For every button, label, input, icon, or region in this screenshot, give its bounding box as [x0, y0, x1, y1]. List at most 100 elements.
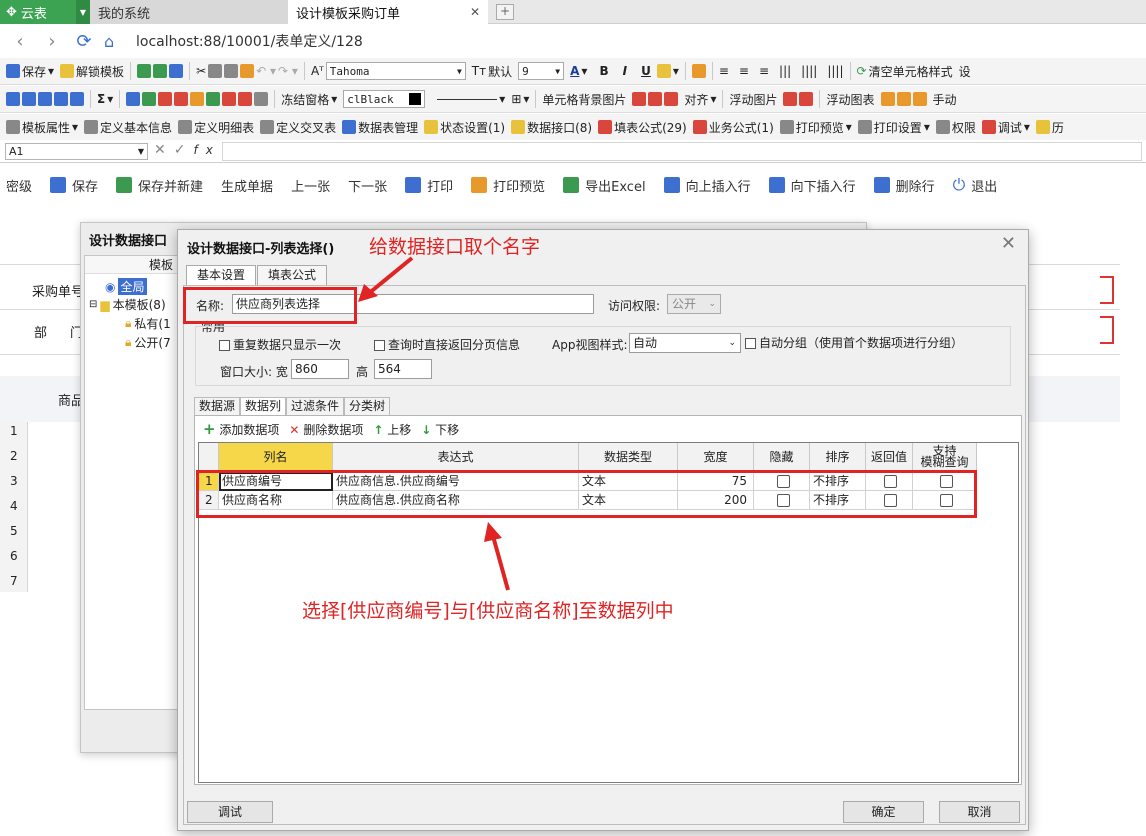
manual-tool[interactable]: 手动 — [933, 91, 957, 108]
brand-dropdown-icon[interactable]: ▼ — [76, 0, 90, 24]
image-tools[interactable] — [632, 92, 679, 106]
cell-bg-tool[interactable]: 单元格背景图片 — [542, 91, 626, 108]
home-icon[interactable]: ⌂ — [104, 32, 126, 51]
url-text[interactable]: localhost:88/10001/表单定义/128 — [136, 31, 363, 51]
float-image-tool[interactable]: 浮动图片 — [729, 91, 777, 108]
debug-button[interactable]: 调试 — [187, 801, 273, 823]
bold-button[interactable]: B — [599, 64, 608, 78]
add-item-button[interactable]: + 添加数据项 — [203, 420, 279, 438]
font-name-combo[interactable]: Tahoma ▼ — [325, 62, 466, 80]
print-settings-tool[interactable]: 打印设置 ▾ — [857, 119, 930, 136]
export-excel-button[interactable]: 导出Excel — [563, 176, 646, 195]
define-cross-tool[interactable]: 定义交叉表 — [260, 119, 336, 136]
insert-below-button[interactable]: 向下插入行 — [768, 176, 856, 195]
tab-my-system[interactable]: 我的系统 — [90, 0, 288, 24]
confirm-icon[interactable]: ✓ — [174, 142, 194, 158]
underline-button[interactable]: U — [641, 64, 651, 78]
height-input[interactable]: 564 — [374, 359, 432, 379]
collapse-icon[interactable]: ⊟ — [89, 299, 97, 310]
column-header-fuzzy[interactable]: 支持 模糊查询 — [913, 443, 977, 472]
access-select[interactable]: 公开 ⌄ — [667, 294, 721, 314]
unlock-template-tool[interactable]: 解锁模板 — [60, 63, 124, 80]
formula-input[interactable] — [222, 142, 1142, 161]
barcode3-icon[interactable]: |||| — [827, 64, 843, 78]
row-tools[interactable] — [126, 92, 269, 106]
data-table-tool[interactable]: 数据表管理 — [342, 119, 418, 136]
font-color-tool[interactable]: A ▾ — [570, 64, 587, 78]
close-icon[interactable]: ✕ — [1001, 233, 1016, 254]
paste-icon[interactable] — [224, 64, 239, 78]
subtab-columns[interactable]: 数据列 — [240, 397, 287, 416]
subtab-category-tree[interactable]: 分类树 — [344, 397, 391, 416]
cell-reference-box[interactable]: A1 ▼ — [5, 143, 148, 160]
repeat-option[interactable]: 重复数据只显示一次 — [219, 336, 341, 353]
edit-tools[interactable]: ✂ ↶ ▾ ↷ ▾ — [196, 64, 298, 78]
font-name-tool[interactable]: Aᵀ Tahoma ▼ — [311, 62, 466, 80]
float-image-icons[interactable] — [783, 92, 814, 106]
auto-group-option[interactable]: 自动分组（使用首个数据项进行分组） — [745, 334, 963, 351]
column-header-return[interactable]: 返回值 — [866, 443, 913, 472]
align-right-icon[interactable]: ≡ — [759, 64, 769, 78]
lock-cell-tool[interactable] — [691, 64, 706, 78]
sum-tool[interactable]: Σ ▾ — [97, 92, 113, 106]
barcode2-icon[interactable]: |||| — [801, 64, 817, 78]
fill-formula-tool[interactable]: 填表公式(29) — [598, 119, 687, 136]
print-button[interactable]: 打印 — [405, 176, 453, 195]
column-header-expr[interactable]: 表达式 — [333, 443, 579, 472]
move-up-button[interactable]: ↑ 上移 — [373, 421, 411, 438]
tree-item-template[interactable]: ⊟ ▆ 本模板(8) — [89, 296, 166, 313]
fill-color-tool[interactable]: ▾ — [656, 64, 679, 78]
repeat-checkbox[interactable] — [219, 340, 230, 351]
color-combo[interactable]: clBlack — [343, 90, 426, 108]
history-tool[interactable]: 历 — [1035, 119, 1064, 136]
fx-icon[interactable]: fx — [193, 143, 220, 157]
tab-fill-formula[interactable]: 填表公式 — [257, 265, 328, 285]
column-header-type[interactable]: 数据类型 — [579, 443, 678, 472]
align-tool[interactable]: 对齐 ▾ — [684, 91, 716, 108]
data-interface-tool[interactable]: 数据接口(8) — [511, 119, 592, 136]
tree-item-global[interactable]: ◉ 全局 — [105, 278, 147, 295]
tree-item-private[interactable]: 🔒︎ 私有(1 — [125, 315, 171, 332]
subtab-filter[interactable]: 过滤条件 — [286, 397, 345, 416]
save-new-button[interactable]: 保存并新建 — [116, 176, 203, 195]
app-view-select[interactable]: 自动 ⌄ — [629, 333, 741, 353]
font-size-tool[interactable]: 9 ▼ — [518, 62, 565, 80]
generate-doc-button[interactable]: 生成单据 — [221, 176, 273, 195]
forward-icon[interactable]: › — [40, 31, 64, 52]
brush-icon[interactable] — [240, 64, 255, 78]
clear-style-tool[interactable]: ⟳ 清空单元格样式 — [857, 63, 953, 80]
delete-item-button[interactable]: ✕ 删除数据项 — [289, 421, 363, 438]
close-tab-icon[interactable]: ✕ — [470, 5, 480, 19]
permission-tool[interactable]: 权限 — [935, 119, 976, 136]
paging-checkbox[interactable] — [374, 340, 385, 351]
subtab-datasource[interactable]: 数据源 — [194, 397, 241, 416]
ok-button[interactable]: 确定 — [843, 801, 924, 823]
border-tool[interactable]: ⊞ ▾ — [511, 92, 529, 106]
barcode-icon[interactable]: ||| — [779, 64, 791, 78]
print-preview-button[interactable]: 打印预览 — [471, 176, 545, 195]
define-basic-tool[interactable]: 定义基本信息 — [84, 119, 172, 136]
save-tool[interactable]: 保存 ▾ — [6, 63, 54, 80]
align-left-icon[interactable]: ≡ — [719, 64, 729, 78]
tab-design-template[interactable]: 设计模板采购订单 ✕ — [288, 0, 488, 24]
freeze-tool[interactable]: 冻结窗格 ▾ — [281, 91, 337, 108]
column-header-sort[interactable]: 排序 — [810, 443, 866, 472]
redo-icon[interactable]: ↷ ▾ — [278, 64, 298, 78]
align-tools[interactable]: ≡ ≡ ≡ ||| |||| |||| — [719, 64, 844, 78]
cancel-icon[interactable]: ✕ — [154, 142, 174, 158]
tree-item-public[interactable]: 🔒︎ 公开(7 — [125, 334, 171, 351]
undo-icon[interactable]: ↶ ▾ — [256, 64, 276, 78]
more-tool[interactable]: 设 — [959, 63, 971, 80]
paging-option[interactable]: 查询时直接返回分页信息 — [374, 336, 520, 353]
copy-icon[interactable] — [208, 64, 223, 78]
new-tab-button[interactable]: + — [496, 4, 514, 20]
column-header-hidden[interactable]: 隐藏 — [754, 443, 810, 472]
icon-tool[interactable] — [137, 64, 184, 78]
auto-group-checkbox[interactable] — [745, 338, 756, 349]
template-props-tool[interactable]: 模板属性 ▾ — [6, 119, 78, 136]
prev-button[interactable]: 上一张 — [291, 176, 330, 195]
app-brand[interactable]: ✥ 云表 ▼ — [0, 0, 90, 24]
cancel-button[interactable]: 取消 — [939, 801, 1020, 823]
debug-tool[interactable]: 调试 ▾ — [981, 119, 1030, 136]
move-down-button[interactable]: ↓ 下移 — [421, 421, 459, 438]
